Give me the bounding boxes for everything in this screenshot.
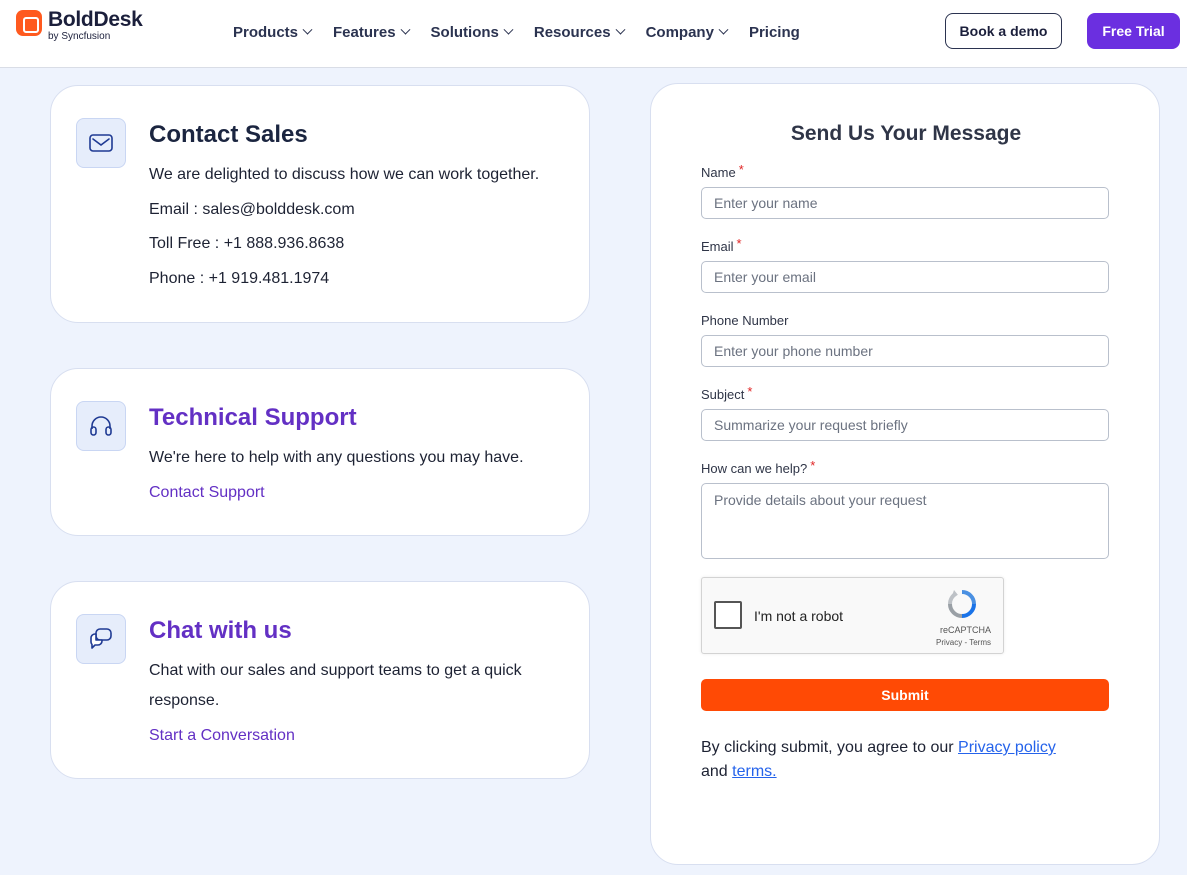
contact-sales-title: Contact Sales [149,121,308,148]
free-trial-button[interactable]: Free Trial [1087,13,1180,49]
recaptcha-widget: I'm not a robot reCAPTCHA Privacy - Term… [701,577,1004,654]
nav-company[interactable]: Company [646,22,729,42]
subject-label: Subject * [701,384,753,402]
nav-pricing[interactable]: Pricing [749,22,800,42]
chat-card: Chat with us Chat with our sales and sup… [50,581,590,779]
name-input[interactable]: Enter your name [701,187,1109,219]
start-conversation-link[interactable]: Start a Conversation [149,727,295,745]
contact-sales-email[interactable]: Email : sales@bolddesk.com [149,201,355,219]
logo-subtitle: by Syncfusion [48,31,111,42]
recaptcha-logo-icon [947,590,976,618]
name-label: Name * [701,162,744,180]
chevron-down-icon [503,24,514,35]
contact-sales-toll-free[interactable]: Toll Free : +1 888.936.8638 [149,235,344,253]
contact-sales-card: Contact Sales We are delighted to discus… [50,85,590,323]
subject-input[interactable]: Summarize your request briefly [701,409,1109,441]
consent-text: By clicking submit, you agree to our Pri… [701,739,1056,780]
terms-link[interactable]: terms. [732,763,776,780]
contact-form: Send Us Your Message Name * Enter your na… [650,83,1160,865]
contact-support-link[interactable]: Contact Support [149,484,265,502]
chat-bubbles-icon [76,614,126,664]
nav-features[interactable]: Features [333,22,410,42]
chat-description-cont: response. [149,692,220,709]
contact-sales-description: We are delighted to discuss how we can w… [149,166,540,183]
site-header: BoldDesk by Syncfusion Products Features… [0,0,1187,68]
main-nav: Products Features Solutions Resources Co… [233,22,822,42]
contact-sales-phone[interactable]: Phone : +1 919.481.1974 [149,270,329,288]
chevron-down-icon [400,24,410,35]
form-title: Send Us Your Message [790,122,1022,145]
chat-title: Chat with us [149,617,292,644]
nav-solutions[interactable]: Solutions [431,22,514,42]
submit-button[interactable]: Submit [701,679,1109,711]
recaptcha-brand: reCAPTCHA [939,625,991,635]
nav-resources[interactable]: Resources [534,22,626,42]
chat-description: Chat with our sales and support teams to… [149,662,522,679]
email-label: Email * [701,236,742,254]
technical-support-card: Technical Support We're here to help wit… [50,368,590,536]
recaptcha-checkbox[interactable] [714,601,742,629]
email-input[interactable]: Enter your email [701,261,1109,293]
chevron-down-icon [718,24,729,35]
recaptcha-links[interactable]: Privacy - Terms [936,638,991,647]
privacy-policy-link[interactable]: Privacy policy [958,739,1056,756]
chevron-down-icon [615,24,626,35]
technical-support-description: We're here to help with any questions yo… [149,449,524,466]
chevron-down-icon [302,24,313,35]
bolddesk-logo-icon [16,10,42,36]
phone-label: Phone Number [701,313,789,328]
logo-name: BoldDesk [48,8,143,31]
book-demo-button[interactable]: Book a demo [945,13,1062,49]
help-textarea[interactable]: Provide details about your request [701,483,1109,559]
mail-icon [76,118,126,168]
technical-support-title: Technical Support [149,404,357,431]
bolddesk-logo[interactable]: BoldDesk by Syncfusion [16,8,143,49]
headphones-icon [76,401,126,451]
phone-input[interactable]: Enter your phone number [701,335,1109,367]
recaptcha-label: I'm not a robot [754,608,844,624]
help-label: How can we help? * [701,458,816,476]
nav-products[interactable]: Products [233,22,313,42]
